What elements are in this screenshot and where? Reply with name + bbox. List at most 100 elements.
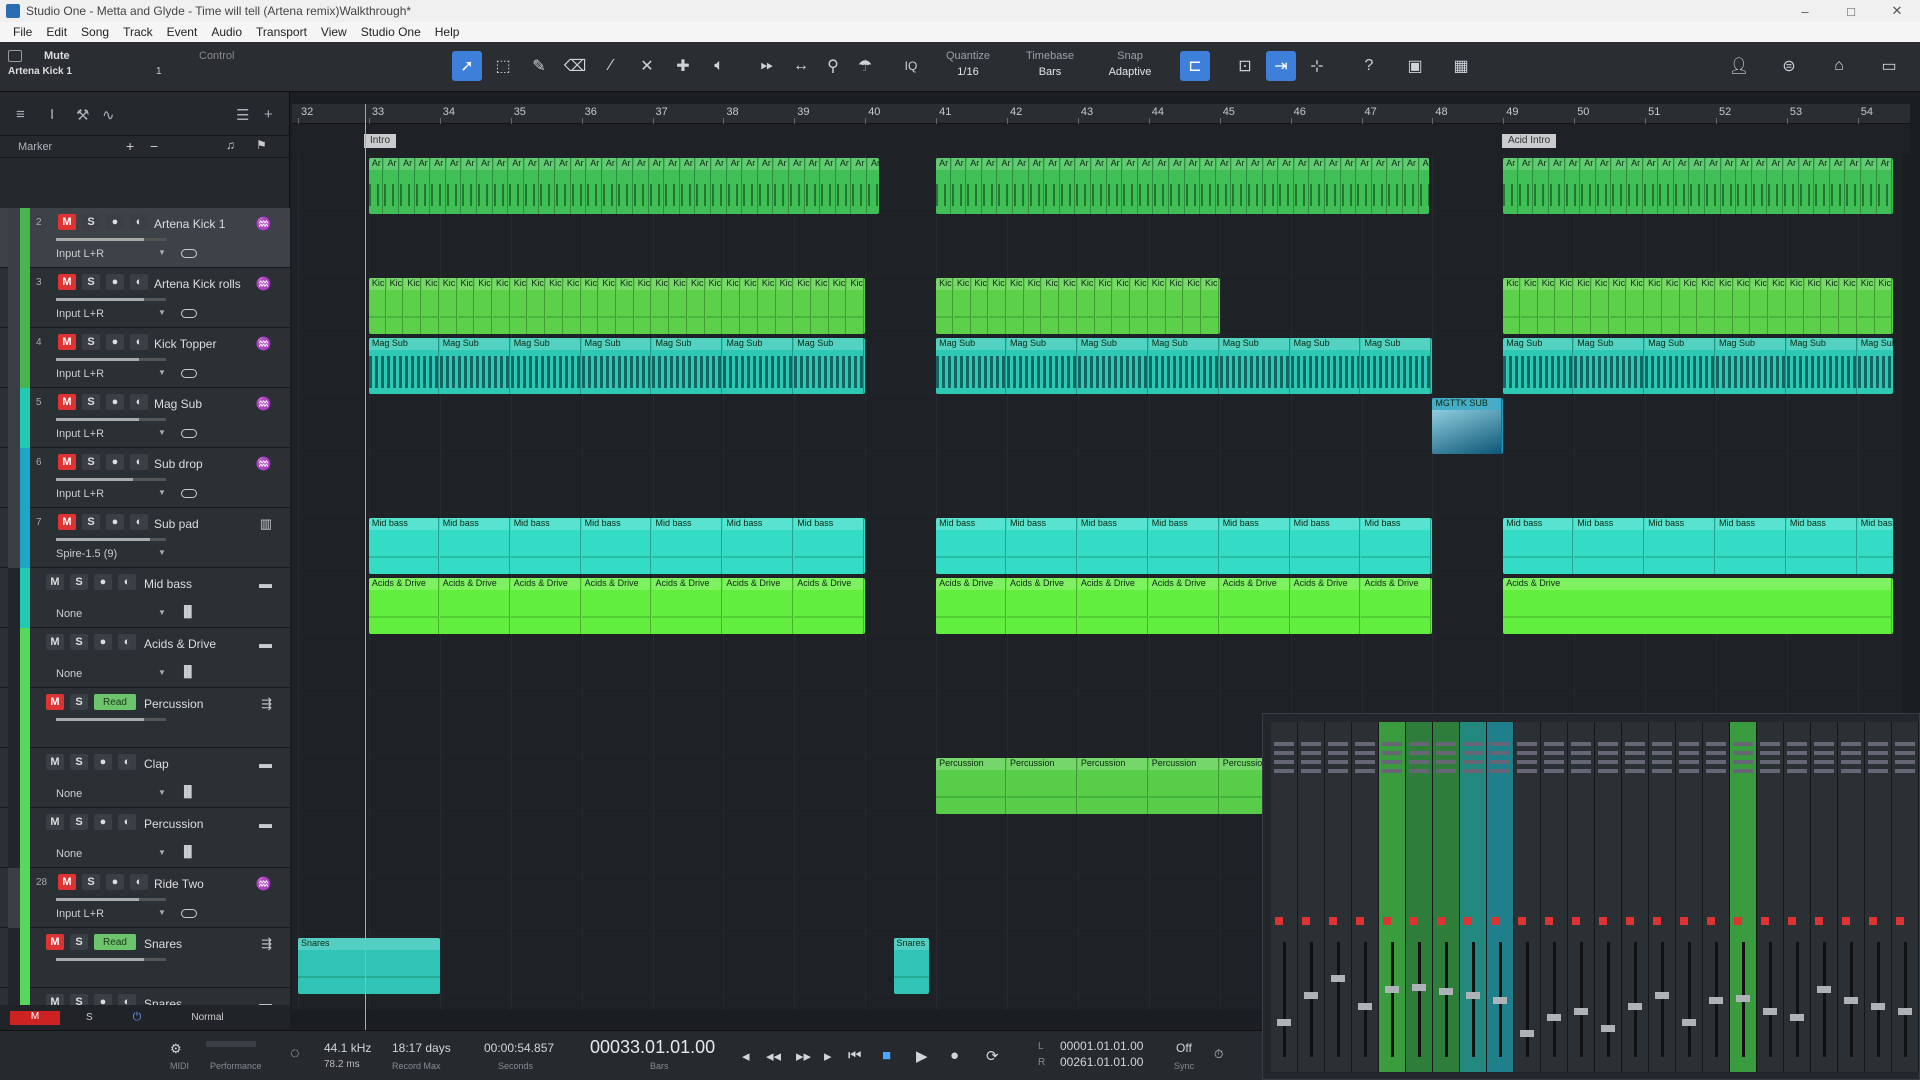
channel-fader-track[interactable] bbox=[1337, 942, 1340, 1057]
mixer-channel[interactable] bbox=[1352, 722, 1379, 1072]
insert-slot[interactable] bbox=[1301, 742, 1321, 746]
channel-mute-button[interactable] bbox=[1842, 917, 1850, 925]
rewind-icon[interactable]: ◂◂ bbox=[766, 1047, 781, 1065]
event-segment[interactable]: Ar bbox=[1310, 158, 1326, 214]
channel-mute-button[interactable] bbox=[1761, 917, 1769, 925]
fader-cap[interactable] bbox=[1655, 991, 1669, 999]
event-segment[interactable]: Acids & Drive bbox=[723, 578, 794, 634]
event-segment[interactable]: Kic bbox=[368, 278, 386, 334]
event-segment[interactable]: Ar bbox=[1185, 158, 1201, 214]
channel-fader-track[interactable] bbox=[1607, 942, 1610, 1057]
event-segment[interactable]: Acids & Drive bbox=[581, 578, 652, 634]
event-segment[interactable]: Kic bbox=[1060, 278, 1077, 334]
insert-slot[interactable] bbox=[1814, 751, 1834, 755]
event-segment[interactable]: Ar bbox=[602, 158, 618, 214]
fader-cap[interactable] bbox=[1817, 986, 1831, 993]
insert-slot[interactable] bbox=[1868, 742, 1888, 746]
track-name[interactable]: Kick Topper bbox=[154, 337, 216, 351]
mute-button[interactable]: M bbox=[58, 454, 76, 470]
insert-slot[interactable] bbox=[1274, 751, 1294, 755]
channel-fader-track[interactable] bbox=[1796, 942, 1799, 1057]
insert-slot[interactable] bbox=[1274, 769, 1294, 773]
event-segment[interactable]: Ar bbox=[967, 158, 982, 214]
event-segment[interactable]: Mid bass bbox=[1219, 518, 1290, 574]
event-segment[interactable]: Mid bass bbox=[1715, 518, 1786, 574]
insert-slot[interactable] bbox=[1517, 751, 1537, 755]
event-segment[interactable]: Ar bbox=[1643, 158, 1659, 214]
insert-slot[interactable] bbox=[1436, 760, 1456, 764]
monitor-button[interactable]: ◐ bbox=[118, 754, 136, 770]
event-segment[interactable]: Ar bbox=[868, 158, 880, 214]
record-arm-button[interactable]: ● bbox=[94, 754, 112, 770]
monitor-toggle[interactable] bbox=[181, 429, 197, 438]
insert-slot[interactable] bbox=[1517, 760, 1537, 764]
track-color-bar[interactable] bbox=[20, 808, 30, 868]
menu-file[interactable]: File bbox=[6, 25, 39, 39]
monitor-button[interactable]: ◐ bbox=[130, 514, 148, 530]
menu-studio-one[interactable]: Studio One bbox=[354, 25, 428, 39]
mixer-channel[interactable] bbox=[1865, 722, 1892, 1072]
record-arm-button[interactable]: ● bbox=[94, 814, 112, 830]
add-marker-icon[interactable]: + bbox=[126, 138, 134, 154]
mute-button[interactable]: M bbox=[58, 334, 76, 350]
event-segment[interactable]: Acids & Drive bbox=[794, 578, 865, 634]
event-segment[interactable]: Ar bbox=[852, 158, 868, 214]
event-segment[interactable]: Kic bbox=[1627, 278, 1645, 334]
mixer-channel[interactable] bbox=[1514, 722, 1541, 1072]
menu-icon[interactable]: ≡ bbox=[16, 106, 25, 123]
input-select[interactable]: Spire-1.5 (9) bbox=[56, 548, 117, 560]
event-segment[interactable]: Kic bbox=[989, 278, 1006, 334]
fader-cap[interactable] bbox=[1358, 1002, 1372, 1010]
event-segment[interactable]: Kic bbox=[1521, 278, 1538, 334]
event-segment[interactable]: Ar bbox=[1518, 158, 1534, 214]
global-mute-button[interactable]: M bbox=[10, 1010, 60, 1025]
event-segment[interactable]: Mag Sub bbox=[794, 338, 865, 394]
track-header[interactable]: 3 M S ● ◐ Artena Kick rolls ♒ Input L+R ▼ bbox=[0, 268, 290, 328]
channel-mute-button[interactable] bbox=[1356, 917, 1364, 925]
insert-slot[interactable] bbox=[1436, 751, 1456, 755]
mixer-channel[interactable] bbox=[1379, 722, 1406, 1072]
event-segment[interactable]: Kic bbox=[1024, 278, 1042, 334]
volume-slider[interactable] bbox=[56, 538, 166, 541]
input-select[interactable]: Input L+R bbox=[56, 368, 104, 380]
iq-button[interactable]: IQ bbox=[896, 51, 926, 81]
event-segment[interactable]: Mid bass bbox=[1857, 518, 1894, 574]
event-segment[interactable]: Ar bbox=[1877, 158, 1893, 214]
track-header[interactable]: M S ● ◐ Percussion ▬ None ▼ ▐▌ bbox=[0, 808, 290, 868]
channel-fader-track[interactable] bbox=[1445, 942, 1448, 1057]
audio-event-kick[interactable]: Ar Ar Ar Ar Ar Ar Ar Ar Ar Ar Ar Ar Ar Ar Ar Ar Ar Ar Ar Ar… bbox=[1503, 158, 1894, 214]
event-segment[interactable]: Mid bass bbox=[1786, 518, 1857, 574]
volume-slider[interactable] bbox=[56, 898, 166, 901]
mixer-channel[interactable] bbox=[1487, 722, 1514, 1072]
insert-slot[interactable] bbox=[1382, 742, 1402, 746]
event-segment[interactable]: Mid bass bbox=[1077, 518, 1148, 574]
insert-slot[interactable] bbox=[1517, 769, 1537, 773]
event-segment[interactable]: Acids & Drive bbox=[1148, 578, 1219, 634]
listen-tool-icon[interactable]: 🔈︎ bbox=[704, 51, 734, 81]
mixer-channel[interactable] bbox=[1811, 722, 1838, 1072]
channel-fader-track[interactable] bbox=[1823, 942, 1826, 1057]
event-segment[interactable]: Ar bbox=[1862, 158, 1877, 214]
channel-mute-button[interactable] bbox=[1734, 917, 1742, 925]
event-segment[interactable]: Mag Sub bbox=[581, 338, 652, 394]
audio-event-mid-bass[interactable]: Mid bass Mid bass Mid bass Mid bass Mid bass… bbox=[936, 518, 1433, 574]
track-color-bar[interactable] bbox=[20, 928, 30, 988]
insert-slot[interactable] bbox=[1706, 751, 1726, 755]
volume-slider[interactable] bbox=[56, 418, 166, 421]
event-segment[interactable]: Ar bbox=[1092, 158, 1107, 214]
skip-icon[interactable]: ⏩︎ bbox=[752, 51, 782, 81]
fader-cap[interactable] bbox=[1277, 1019, 1291, 1026]
track-color-bar[interactable] bbox=[20, 868, 30, 928]
insert-slot[interactable] bbox=[1328, 760, 1348, 764]
event-segment[interactable]: Kic bbox=[1769, 278, 1786, 334]
fader-cap[interactable] bbox=[1871, 1002, 1885, 1010]
event-segment[interactable]: Ar bbox=[712, 158, 727, 214]
mixer-channel[interactable] bbox=[1595, 722, 1622, 1072]
track-name[interactable]: Sub drop bbox=[154, 457, 203, 471]
event-segment[interactable]: Ar bbox=[1830, 158, 1846, 214]
bend-tool-icon[interactable]: ✚ bbox=[668, 51, 698, 81]
fader-cap[interactable] bbox=[1628, 1002, 1642, 1010]
mute-button[interactable]: M bbox=[58, 874, 76, 890]
event-segment[interactable]: Ar bbox=[415, 158, 431, 214]
event-segment[interactable]: Ar bbox=[571, 158, 587, 214]
